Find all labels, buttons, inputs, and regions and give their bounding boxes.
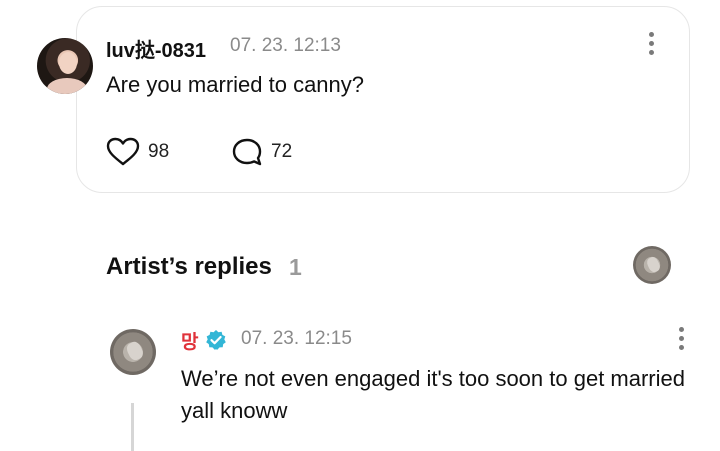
reply-timestamp: 07. 23. 12:15 (241, 328, 352, 349)
comment-timestamp: 07. 23. 12:13 (230, 35, 341, 56)
artist-replies-count: 1 (289, 254, 302, 280)
reply-button[interactable]: 72 (231, 137, 292, 167)
verified-badge-icon (206, 330, 226, 350)
heart-icon (106, 137, 140, 166)
artist-replies-title: Artist’s replies (106, 253, 272, 280)
reply-count: 72 (271, 141, 293, 162)
reply-author[interactable]: 망 (181, 327, 198, 354)
like-count: 98 (148, 141, 170, 162)
like-button[interactable]: 98 (106, 137, 169, 167)
artist-avatar-small[interactable] (633, 246, 671, 284)
artist-avatar[interactable] (110, 329, 156, 375)
avatar-detail (125, 339, 146, 363)
user-avatar[interactable] (37, 38, 93, 94)
avatar-detail (645, 254, 663, 274)
comment-text: Are you married to canny? (106, 72, 365, 97)
speech-bubble-icon (232, 138, 262, 166)
reply-text: We’re not even engaged it's too soon to … (181, 366, 685, 423)
more-vertical-icon[interactable] (649, 32, 655, 56)
avatar-shoulder (47, 78, 87, 94)
more-vertical-icon[interactable] (679, 327, 685, 351)
thread-line (131, 403, 134, 451)
comment-author[interactable]: luv挞-0831 (106, 34, 206, 63)
avatar-face (59, 52, 77, 74)
